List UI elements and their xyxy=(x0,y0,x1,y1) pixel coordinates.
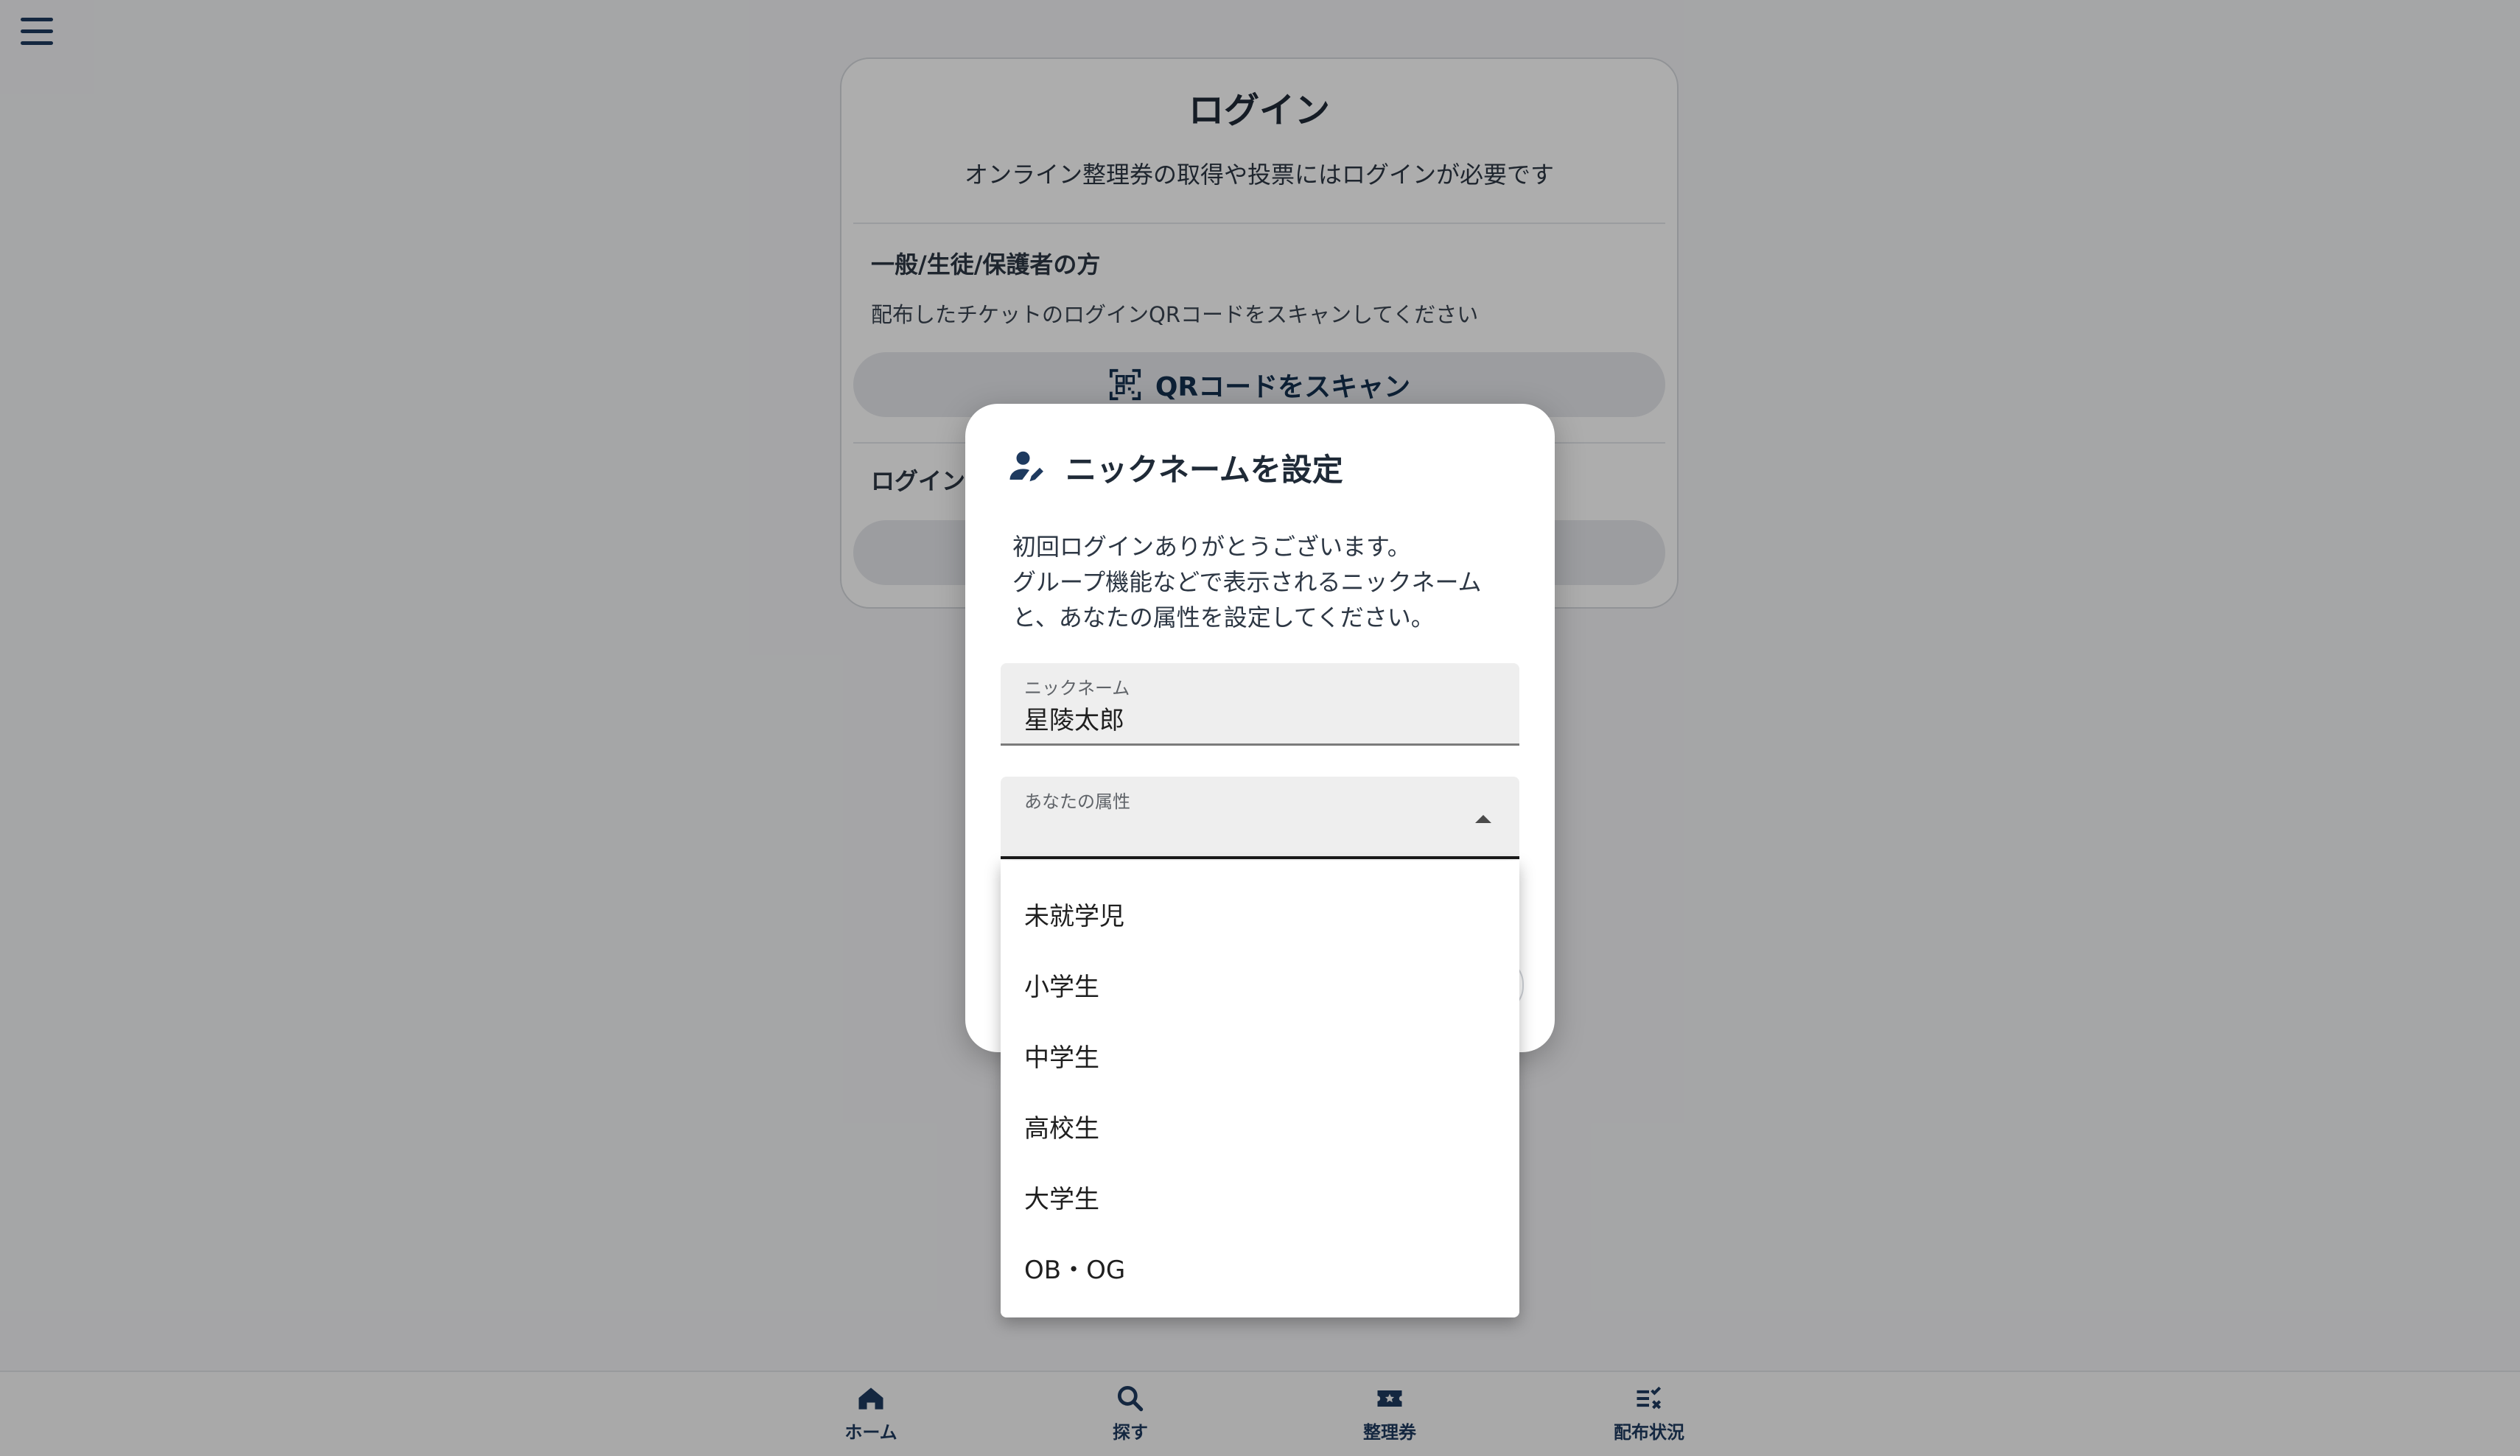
dialog-title: ニックネームを設定 xyxy=(1065,452,1343,488)
attribute-options-menu: 未就学児 小学生 中学生 高校生 大学生 OB・OG xyxy=(1001,861,1519,1317)
attribute-option[interactable]: 高校生 xyxy=(1001,1093,1519,1164)
dialog-body-line: グループ機能などで表示されるニックネーム xyxy=(1012,568,1482,596)
attribute-select-label: あなたの属性 xyxy=(1024,791,1130,812)
attribute-option[interactable]: 小学生 xyxy=(1001,952,1519,1023)
attribute-option[interactable]: 未就学児 xyxy=(1001,881,1519,952)
dialog-body-line: と、あなたの属性を設定してください。 xyxy=(1012,603,1435,631)
attribute-select[interactable]: あなたの属性 xyxy=(1001,777,1519,859)
nickname-field-value[interactable]: 星陵太郎 xyxy=(1024,700,1124,736)
nickname-field-label: ニックネーム xyxy=(1024,678,1130,699)
dialog-body-line: 初回ログインありがとうございます。 xyxy=(1012,533,1411,561)
user-edit-icon xyxy=(1009,451,1043,482)
attribute-option[interactable]: 中学生 xyxy=(1001,1023,1519,1093)
nickname-field[interactable]: ニックネーム 星陵太郎 xyxy=(1001,663,1519,746)
attribute-option[interactable]: 大学生 xyxy=(1001,1164,1519,1235)
chevron-up-icon[interactable] xyxy=(1475,815,1491,823)
dialog-body: 初回ログインありがとうございます。 グループ機能などで表示されるニックネーム と… xyxy=(1012,529,1513,635)
attribute-option[interactable]: OB・OG xyxy=(1001,1235,1519,1306)
